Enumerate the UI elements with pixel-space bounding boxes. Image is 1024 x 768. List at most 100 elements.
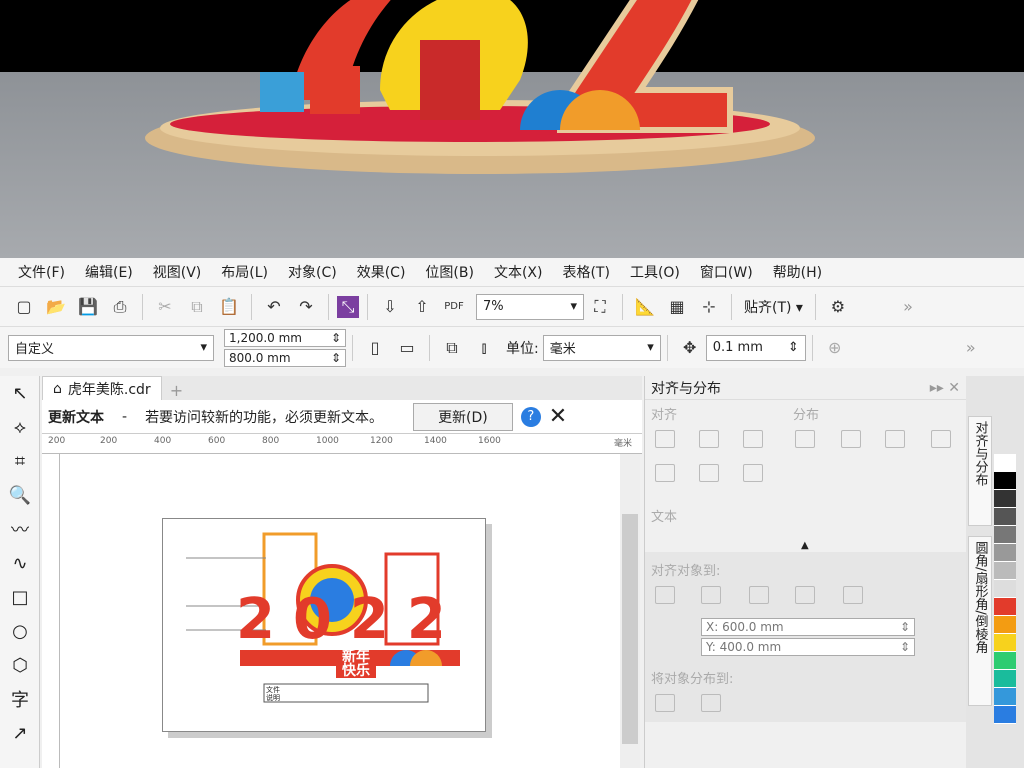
pdf-icon[interactable]: PDF xyxy=(440,293,468,321)
pick-tool-icon[interactable]: ↖ xyxy=(0,376,40,410)
menu-layout[interactable]: 布局(L) xyxy=(221,262,268,282)
help-icon[interactable]: ? xyxy=(520,406,541,427)
align-center-h-icon[interactable] xyxy=(699,430,719,448)
menu-text[interactable]: 文本(X) xyxy=(494,262,543,282)
side-tab-fillet[interactable]: 圆角/扇形角/倒棱角 xyxy=(968,536,992,706)
zoom-level-combo[interactable]: 7% ▾ xyxy=(476,293,584,320)
palette-swatch[interactable] xyxy=(994,616,1016,634)
align-bottom-icon[interactable] xyxy=(743,464,763,482)
update-button[interactable]: 更新(D) xyxy=(413,402,513,431)
palette-swatch[interactable] xyxy=(994,508,1016,526)
close-notice-icon[interactable]: ✕ xyxy=(549,404,567,429)
palette-swatch[interactable] xyxy=(994,598,1016,616)
palette-swatch[interactable] xyxy=(994,544,1016,562)
distribute-center-icon[interactable] xyxy=(841,430,861,448)
palette-swatch[interactable] xyxy=(994,580,1016,598)
new-tab-icon[interactable]: + xyxy=(162,381,191,400)
distribute-spacing-icon[interactable] xyxy=(931,430,951,448)
polygon-tool-icon[interactable]: ⬡ xyxy=(0,648,40,682)
expand-arrow-icon[interactable]: ▲ xyxy=(801,540,809,551)
palette-swatch[interactable] xyxy=(994,634,1016,652)
x-coordinate-field[interactable]: X: 600.0 mm ⇕ xyxy=(701,618,915,636)
snap-to-dropdown[interactable]: 贴齐(T) ▾ xyxy=(744,297,803,317)
align-left-icon[interactable] xyxy=(655,430,675,448)
cut-icon[interactable]: ✂ xyxy=(151,293,179,321)
color-palette[interactable] xyxy=(994,454,1016,724)
drawing-canvas[interactable]: 2022 新年快乐 文件说明 xyxy=(60,454,620,768)
document-tab[interactable]: ⌂ 虎年美陈.cdr xyxy=(42,376,162,400)
vertical-scrollbar[interactable] xyxy=(620,454,640,768)
menu-view[interactable]: 视图(V) xyxy=(153,262,202,282)
paste-icon[interactable]: 📋 xyxy=(215,293,243,321)
landscape-icon[interactable]: ▭ xyxy=(393,334,421,362)
menu-file[interactable]: 文件(F) xyxy=(18,262,65,282)
palette-swatch[interactable] xyxy=(994,526,1016,544)
align-right-icon[interactable] xyxy=(743,430,763,448)
palette-swatch[interactable] xyxy=(994,472,1016,490)
menu-table[interactable]: 表格(T) xyxy=(562,262,609,282)
save-icon[interactable]: 💾 xyxy=(74,293,102,321)
distribute-page-icon[interactable] xyxy=(701,694,721,712)
active-objects-icon[interactable] xyxy=(655,586,675,604)
ellipse-tool-icon[interactable]: ○ xyxy=(0,614,40,648)
redo-icon[interactable]: ↷ xyxy=(292,293,320,321)
distribute-left-icon[interactable] xyxy=(795,430,815,448)
palette-swatch[interactable] xyxy=(994,562,1016,580)
units-combo[interactable]: 毫米 ▾ xyxy=(542,334,661,361)
align-center-v-icon[interactable] xyxy=(699,464,719,482)
artistic-media-icon[interactable]: ∿ xyxy=(0,546,40,580)
align-top-icon[interactable] xyxy=(655,464,675,482)
open-icon[interactable]: 📂 xyxy=(42,293,70,321)
page-edge-icon[interactable] xyxy=(701,586,721,604)
rectangle-tool-icon[interactable]: □ xyxy=(0,580,40,614)
search-content-icon[interactable]: ⤡ xyxy=(337,295,359,318)
side-tab-align[interactable]: 对齐与分布 xyxy=(968,416,992,526)
crop-tool-icon[interactable]: ⌗ xyxy=(0,444,40,478)
nudge-distance-field[interactable]: 0.1 mm ⇕ xyxy=(705,334,806,361)
menu-effects[interactable]: 效果(C) xyxy=(357,262,406,282)
text-tool-icon[interactable]: 字 xyxy=(0,682,40,716)
page-size-combo[interactable]: 自定义 ▾ xyxy=(8,334,214,361)
print-icon[interactable]: ⎙ xyxy=(106,293,134,321)
menu-object[interactable]: 对象(C) xyxy=(288,262,337,282)
palette-swatch[interactable] xyxy=(994,688,1016,706)
grid-icon[interactable]: ▦ xyxy=(663,293,691,321)
shape-tool-icon[interactable]: ⟡ xyxy=(0,410,40,444)
all-pages-icon[interactable]: ⧉ xyxy=(438,334,466,362)
palette-swatch[interactable] xyxy=(994,454,1016,472)
grid-align-icon[interactable] xyxy=(795,586,815,604)
full-screen-icon[interactable]: ⛶ xyxy=(586,293,614,321)
parallel-dimension-icon[interactable]: ↗ xyxy=(0,716,40,750)
panel-collapse-icon[interactable]: ▸▸ ✕ xyxy=(930,380,960,396)
y-coordinate-field[interactable]: Y: 400.0 mm ⇕ xyxy=(701,638,915,656)
specified-point-icon[interactable] xyxy=(843,586,863,604)
portrait-icon[interactable]: ▯ xyxy=(361,334,389,362)
vertical-ruler[interactable] xyxy=(42,454,60,768)
rulers-icon[interactable]: 📐 xyxy=(631,293,659,321)
page-center-icon[interactable] xyxy=(749,586,769,604)
guidelines-icon[interactable]: ⊹ xyxy=(695,293,723,321)
palette-swatch[interactable] xyxy=(994,490,1016,508)
zoom-tool-icon[interactable]: 🔍 xyxy=(0,478,40,512)
propbar-overflow-icon[interactable]: » xyxy=(957,334,985,362)
copy-icon[interactable]: ⧉ xyxy=(183,293,211,321)
import-icon[interactable]: ⇩ xyxy=(376,293,404,321)
page-width-field[interactable]: 1,200.0 mm ⇕ xyxy=(224,328,346,347)
undo-icon[interactable]: ↶ xyxy=(260,293,288,321)
add-icon[interactable]: ⊕ xyxy=(821,334,849,362)
export-icon[interactable]: ⇧ xyxy=(408,293,436,321)
distribute-right-icon[interactable] xyxy=(885,430,905,448)
menu-bitmaps[interactable]: 位图(B) xyxy=(425,262,474,282)
menu-tools[interactable]: 工具(O) xyxy=(630,262,680,282)
page-height-field[interactable]: 800.0 mm ⇕ xyxy=(224,348,346,367)
menu-edit[interactable]: 编辑(E) xyxy=(85,262,133,282)
palette-swatch[interactable] xyxy=(994,706,1016,724)
current-page-icon[interactable]: ⫾ xyxy=(470,334,498,362)
menu-window[interactable]: 窗口(W) xyxy=(700,262,753,282)
distribute-selection-icon[interactable] xyxy=(655,694,675,712)
new-document-icon[interactable]: ▢ xyxy=(10,293,38,321)
palette-swatch[interactable] xyxy=(994,670,1016,688)
toolbar-overflow-icon[interactable]: » xyxy=(894,293,922,321)
freehand-tool-icon[interactable]: 〰 xyxy=(0,512,40,546)
palette-swatch[interactable] xyxy=(994,652,1016,670)
